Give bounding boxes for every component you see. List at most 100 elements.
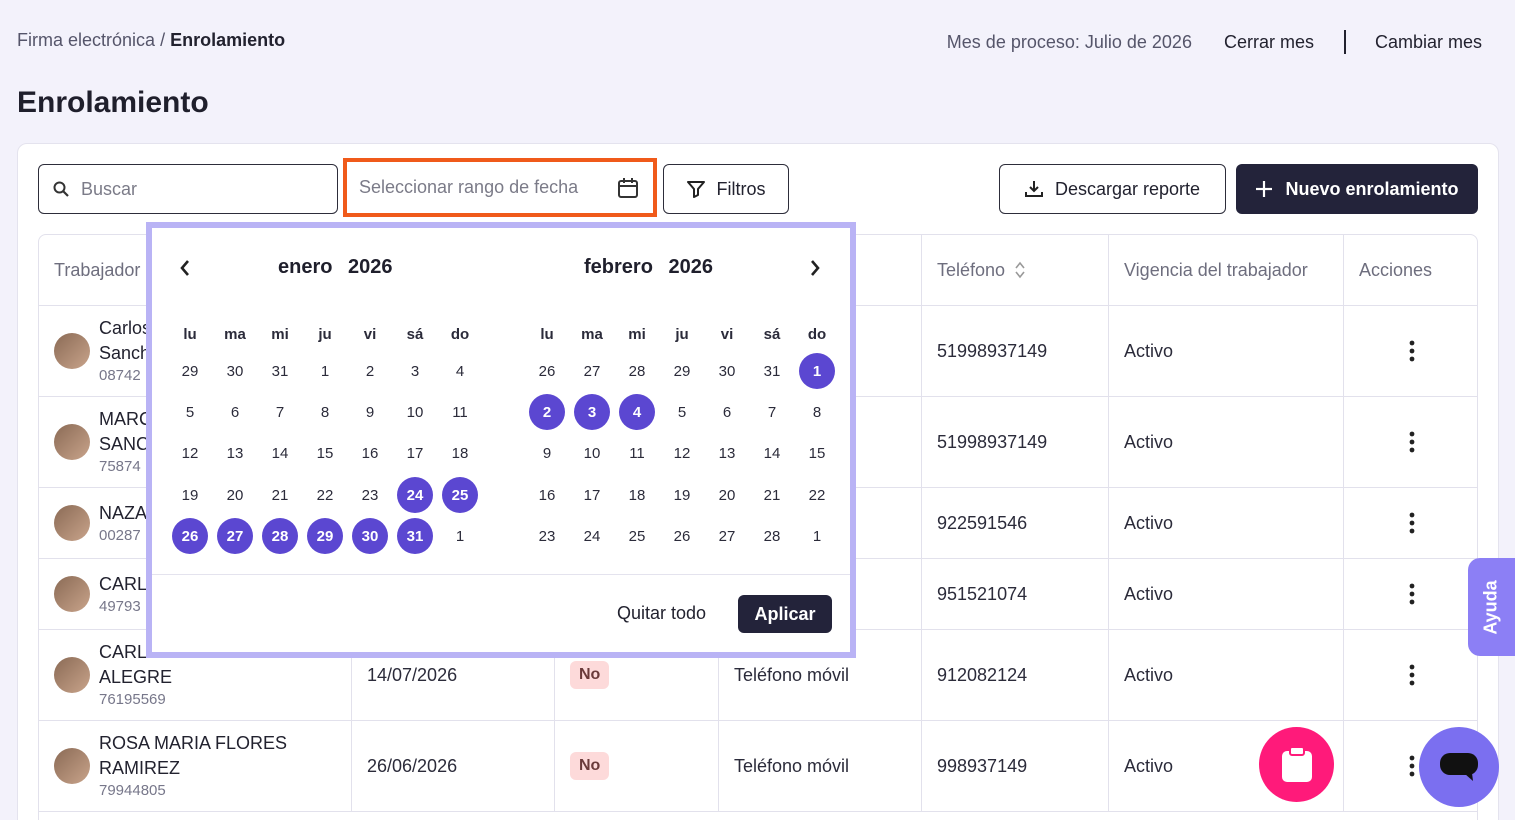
left-calendar-day[interactable]: 9 [352,394,388,430]
right-calendar-day[interactable]: 8 [799,394,835,430]
left-calendar-day[interactable]: 23 [352,477,388,513]
clipboard-fab[interactable] [1259,727,1334,802]
date-range-input[interactable]: Seleccionar rango de fecha [343,158,657,217]
change-month-link[interactable]: Cambiar mes [1375,32,1482,53]
right-calendar-day[interactable]: 21 [754,477,790,513]
avatar [54,505,90,541]
left-calendar-day[interactable]: 5 [172,394,208,430]
left-calendar-day[interactable]: 12 [172,435,208,471]
left-calendar-day[interactable]: 24 [397,477,433,513]
sort-icon[interactable] [1015,261,1025,279]
right-calendar-day[interactable]: 16 [529,477,565,513]
left-calendar-day[interactable]: 13 [217,435,253,471]
left-calendar-day[interactable]: 6 [217,394,253,430]
left-calendar-day[interactable]: 31 [397,518,433,554]
left-calendar-day[interactable]: 17 [397,435,433,471]
right-calendar-day[interactable]: 30 [709,353,745,389]
right-calendar-day[interactable]: 12 [664,435,700,471]
left-calendar-day[interactable]: 7 [262,394,298,430]
left-calendar-day[interactable]: 11 [442,394,478,430]
left-calendar-day[interactable]: 18 [442,435,478,471]
left-calendar-day[interactable]: 14 [262,435,298,471]
left-calendar-day[interactable]: 8 [307,394,343,430]
right-calendar-day[interactable]: 1 [799,518,835,554]
right-calendar-day[interactable]: 4 [619,394,655,430]
right-calendar-day[interactable]: 25 [619,518,655,554]
right-calendar-day[interactable]: 5 [664,394,700,430]
right-calendar-day[interactable]: 18 [619,477,655,513]
download-report-button[interactable]: Descargar reporte [999,164,1226,214]
right-calendar-day[interactable]: 20 [709,477,745,513]
left-calendar-day[interactable]: 15 [307,435,343,471]
left-calendar-day[interactable]: 28 [262,518,298,554]
column-header-phone[interactable]: Teléfono [922,235,1109,306]
right-calendar-day[interactable]: 15 [799,435,835,471]
right-calendar-day[interactable]: 28 [754,518,790,554]
kebab-menu-icon[interactable] [1409,340,1415,362]
right-calendar-day[interactable]: 29 [664,353,700,389]
left-weekday: mi [271,326,289,343]
close-month-link[interactable]: Cerrar mes [1224,32,1314,53]
left-calendar-day[interactable]: 29 [172,353,208,389]
left-calendar-day[interactable]: 2 [352,353,388,389]
left-calendar-day[interactable]: 21 [262,477,298,513]
right-calendar-day[interactable]: 23 [529,518,565,554]
breadcrumb-parent[interactable]: Firma electrónica [17,30,155,50]
kebab-menu-icon[interactable] [1409,431,1415,453]
left-calendar-day[interactable]: 29 [307,518,343,554]
right-calendar-day[interactable]: 31 [754,353,790,389]
column-header-validity[interactable]: Vigencia del trabajador [1109,235,1344,306]
filters-button[interactable]: Filtros [663,164,789,214]
left-calendar-day[interactable]: 26 [172,518,208,554]
right-weekday: ma [581,326,603,343]
chat-fab[interactable] [1419,727,1499,807]
kebab-menu-icon[interactable] [1409,512,1415,534]
left-calendar-day[interactable]: 10 [397,394,433,430]
left-calendar-day[interactable]: 30 [217,353,253,389]
right-calendar-day[interactable]: 7 [754,394,790,430]
download-icon [1024,181,1043,197]
right-calendar-day[interactable]: 2 [529,394,565,430]
apply-button[interactable]: Aplicar [738,595,832,633]
left-calendar-day[interactable]: 19 [172,477,208,513]
left-calendar-day[interactable]: 30 [352,518,388,554]
left-calendar-day[interactable]: 3 [397,353,433,389]
left-calendar-day[interactable]: 1 [307,353,343,389]
right-calendar-day[interactable]: 26 [664,518,700,554]
right-calendar-day[interactable]: 19 [664,477,700,513]
search-input[interactable] [81,178,321,200]
left-calendar-day[interactable]: 31 [262,353,298,389]
right-calendar-day[interactable]: 27 [574,353,610,389]
right-calendar-day[interactable]: 27 [709,518,745,554]
chevron-right-icon[interactable] [808,258,822,278]
right-calendar-day[interactable]: 13 [709,435,745,471]
right-calendar-day[interactable]: 11 [619,435,655,471]
search-box[interactable] [38,164,338,214]
right-calendar-day[interactable]: 9 [529,435,565,471]
chevron-left-icon[interactable] [178,258,192,278]
right-calendar-day[interactable]: 10 [574,435,610,471]
left-calendar-day[interactable]: 1 [442,518,478,554]
left-calendar-day[interactable]: 27 [217,518,253,554]
right-calendar-day[interactable]: 14 [754,435,790,471]
kebab-menu-icon[interactable] [1409,583,1415,605]
help-tab[interactable]: Ayuda [1468,558,1515,656]
right-calendar-day[interactable]: 22 [799,477,835,513]
left-calendar-day[interactable]: 25 [442,477,478,513]
right-calendar-day[interactable]: 3 [574,394,610,430]
calendar-icon[interactable] [617,177,639,199]
kebab-menu-icon[interactable] [1409,664,1415,686]
right-calendar-day[interactable]: 1 [799,353,835,389]
left-calendar-day[interactable]: 16 [352,435,388,471]
left-calendar-day[interactable]: 4 [442,353,478,389]
clear-all-button[interactable]: Quitar todo [617,603,706,624]
right-calendar-day[interactable]: 28 [619,353,655,389]
kebab-menu-icon[interactable] [1409,755,1415,777]
right-calendar-day[interactable]: 24 [574,518,610,554]
right-calendar-day[interactable]: 26 [529,353,565,389]
left-calendar-day[interactable]: 20 [217,477,253,513]
right-calendar-day[interactable]: 6 [709,394,745,430]
new-enrollment-button[interactable]: Nuevo enrolamiento [1236,164,1478,214]
right-calendar-day[interactable]: 17 [574,477,610,513]
left-calendar-day[interactable]: 22 [307,477,343,513]
